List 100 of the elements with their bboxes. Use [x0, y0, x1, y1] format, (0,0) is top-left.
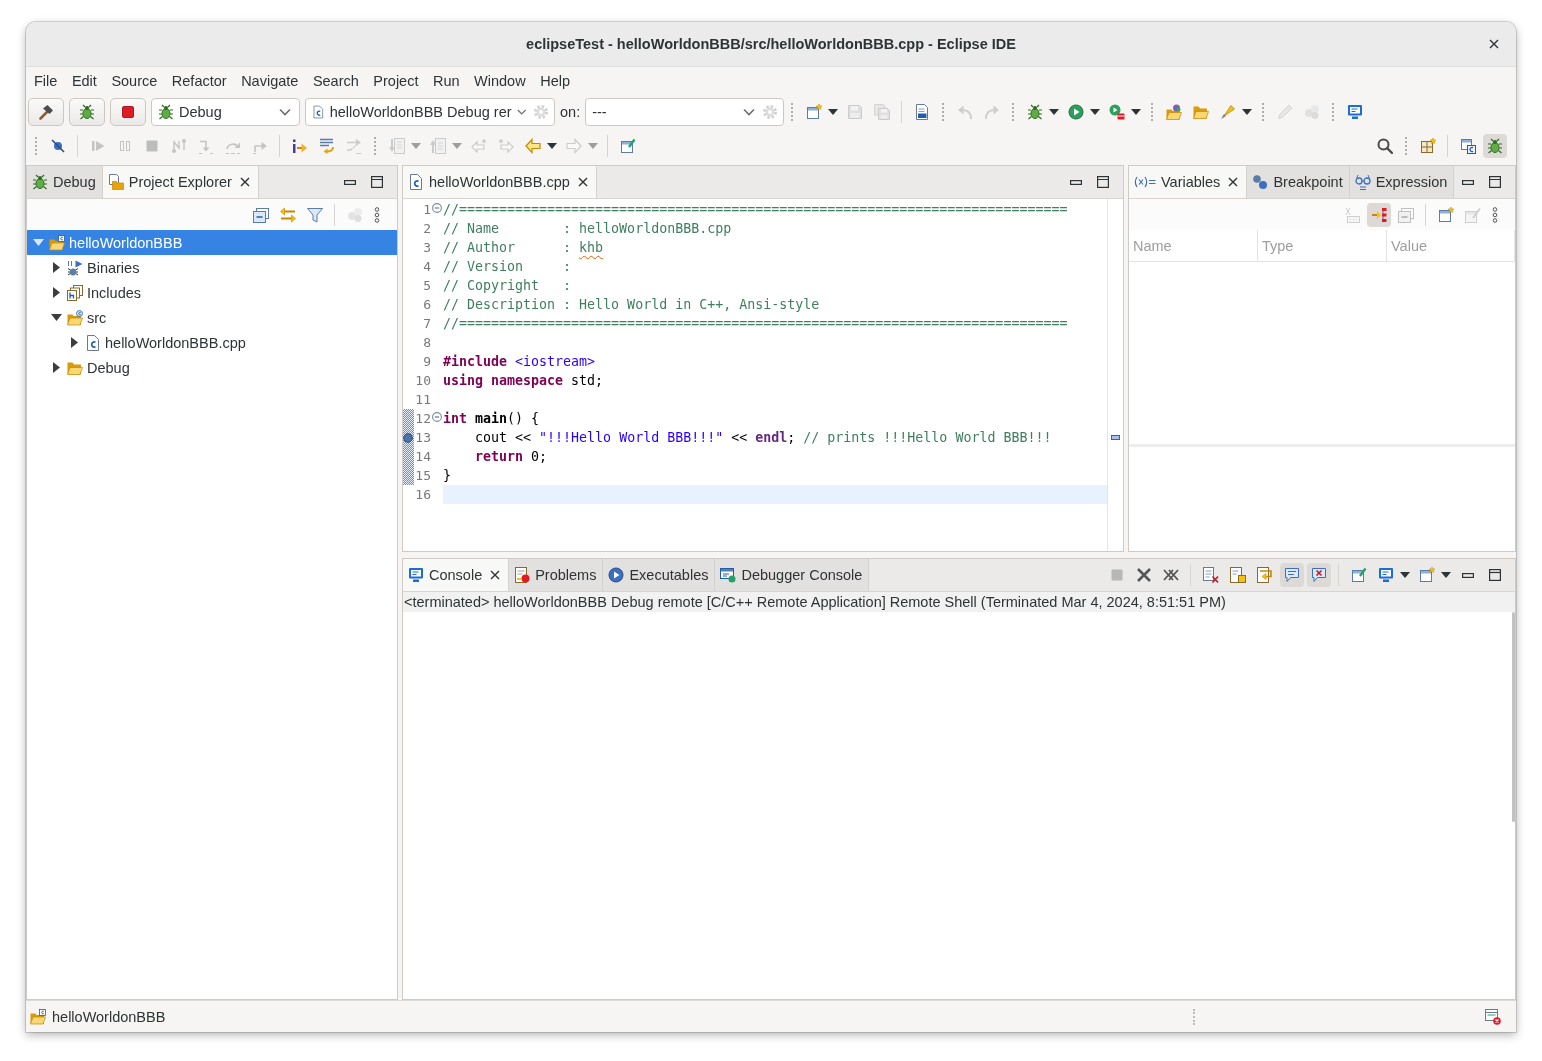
- instruction-step-icon: [291, 138, 308, 154]
- page-up-arrow-icon: [429, 138, 446, 154]
- circles-icon: [1303, 104, 1320, 120]
- maximize-icon: [1489, 176, 1502, 188]
- line-number: 2: [423, 220, 431, 238]
- step-into-icon: [197, 138, 214, 154]
- speech-bubble-cross-icon: [1310, 567, 1327, 583]
- bug-icon: [32, 174, 48, 190]
- menu-item[interactable]: Search: [305, 70, 367, 92]
- redo-arrow-icon: [983, 104, 1000, 120]
- scrollbar[interactable]: [1512, 612, 1515, 822]
- toolbar-button[interactable]: [28, 98, 64, 126]
- toolbar-button[interactable]: [69, 98, 105, 126]
- tab[interactable]: Console: [403, 559, 510, 591]
- tree-item[interactable]: Debug: [27, 355, 397, 380]
- binaries-icon: [67, 259, 83, 276]
- bug-icon: [1026, 104, 1043, 120]
- launch-target-combo[interactable]: ---: [585, 98, 785, 126]
- line-number: 3: [423, 239, 431, 257]
- minimize-icon: [1462, 179, 1475, 185]
- launch-mode-combo[interactable]: Debug: [151, 98, 300, 126]
- caret-down-icon: [1400, 572, 1410, 578]
- menu-item[interactable]: Edit: [64, 70, 105, 92]
- filter-icon: [306, 206, 323, 223]
- remove-all-icon: [1162, 567, 1179, 583]
- close-icon: [1228, 177, 1239, 187]
- line-number: 5: [423, 277, 431, 295]
- tree-item[interactable]: helloWorldonBBB: [27, 230, 397, 255]
- toolbar-button[interactable]: [1279, 563, 1304, 587]
- menu-item[interactable]: Navigate: [234, 70, 306, 92]
- crossed-dot-icon: [49, 138, 66, 154]
- chevron-down-icon: [516, 108, 526, 116]
- variables-icon: [1134, 176, 1156, 188]
- menu-item[interactable]: Help: [533, 70, 578, 92]
- source-folder-icon: [67, 309, 83, 326]
- caret-down-icon: [1090, 109, 1101, 115]
- speech-bubble-icon: [1283, 567, 1300, 583]
- tree-item[interactable]: Binaries: [27, 255, 397, 280]
- window-error-icon: [1485, 1008, 1501, 1025]
- launch-configuration-combo[interactable]: helloWorldonBBB Debug rer: [305, 98, 555, 126]
- menu-item[interactable]: Refactor: [164, 70, 235, 92]
- line-number: 16: [415, 486, 431, 504]
- tab[interactable]: Debug: [27, 166, 103, 198]
- tab[interactable]: Problems: [509, 559, 604, 591]
- minimize-icon: [1462, 572, 1474, 578]
- tab[interactable]: helloWorldonBBB.cpp: [403, 166, 597, 198]
- tree-item[interactable]: helloWorldonBBB.cpp: [27, 330, 397, 355]
- tab[interactable]: Variables: [1129, 166, 1248, 198]
- line-number: 1: [423, 201, 431, 219]
- code-line: #include <iostream>: [443, 354, 596, 369]
- code-line: //============================================================================: [443, 202, 1068, 217]
- line-number: 13: [415, 429, 431, 447]
- open-folder-icon: [1192, 104, 1209, 120]
- tab[interactable]: Breakpoint: [1247, 166, 1350, 198]
- back-arrow-icon: [524, 138, 541, 154]
- menu-item[interactable]: Window: [467, 70, 534, 92]
- play-toolbox-icon: [1108, 104, 1125, 120]
- menu-item[interactable]: Run: [425, 70, 468, 92]
- problems-icon: [514, 567, 531, 583]
- left-arrow-star-icon: [470, 138, 487, 154]
- toolbar-button[interactable]: [110, 98, 146, 126]
- caret-down-icon: [1441, 572, 1451, 578]
- disconnect-icon: [170, 138, 187, 154]
- menu-item[interactable]: File: [27, 70, 65, 92]
- toolbar-button[interactable]: [1306, 563, 1331, 587]
- grid-window-star-icon: [1419, 138, 1436, 154]
- line-number: 14: [415, 448, 431, 466]
- line-number: 4: [423, 258, 431, 276]
- caret-down-icon: [411, 143, 421, 149]
- toolbar-button[interactable]: [1482, 134, 1507, 158]
- line-number: 8: [423, 334, 431, 352]
- tree-item[interactable]: src: [27, 305, 397, 330]
- lines-arrow-icon: [318, 138, 335, 154]
- collapse-all-icon: [1397, 206, 1414, 223]
- field-label: on:: [560, 104, 581, 120]
- close-icon: [490, 570, 501, 580]
- stop-icon: [120, 104, 136, 120]
- caret-down-icon: [1242, 109, 1253, 115]
- close-icon: [1489, 39, 1499, 49]
- menu-icon: [373, 206, 380, 223]
- collapse-all-icon: [252, 206, 269, 223]
- code-line: // Version :: [443, 259, 572, 274]
- monitor-icon: [408, 567, 424, 583]
- toolbar-button[interactable]: [1366, 202, 1391, 227]
- tab[interactable]: Project Explorer: [102, 166, 259, 198]
- tree-item[interactable]: Includes: [27, 280, 397, 305]
- close-icon: [239, 177, 250, 187]
- page-cross-icon: [1202, 567, 1219, 583]
- label-tag-icon: [1343, 206, 1360, 223]
- tab[interactable]: Executables: [603, 559, 716, 591]
- page-lock-icon: [1229, 567, 1246, 583]
- chevron-down-icon: [279, 108, 291, 116]
- menu-item[interactable]: Project: [366, 70, 426, 92]
- tab[interactable]: Debugger Console: [715, 559, 870, 591]
- tab[interactable]: Expression: [1349, 166, 1455, 198]
- hammer-icon: [38, 104, 54, 120]
- menu-icon: [1491, 206, 1498, 223]
- caret-down-icon: [1131, 109, 1142, 115]
- menu-item[interactable]: Source: [104, 70, 165, 92]
- caret-down-icon: [828, 109, 839, 115]
